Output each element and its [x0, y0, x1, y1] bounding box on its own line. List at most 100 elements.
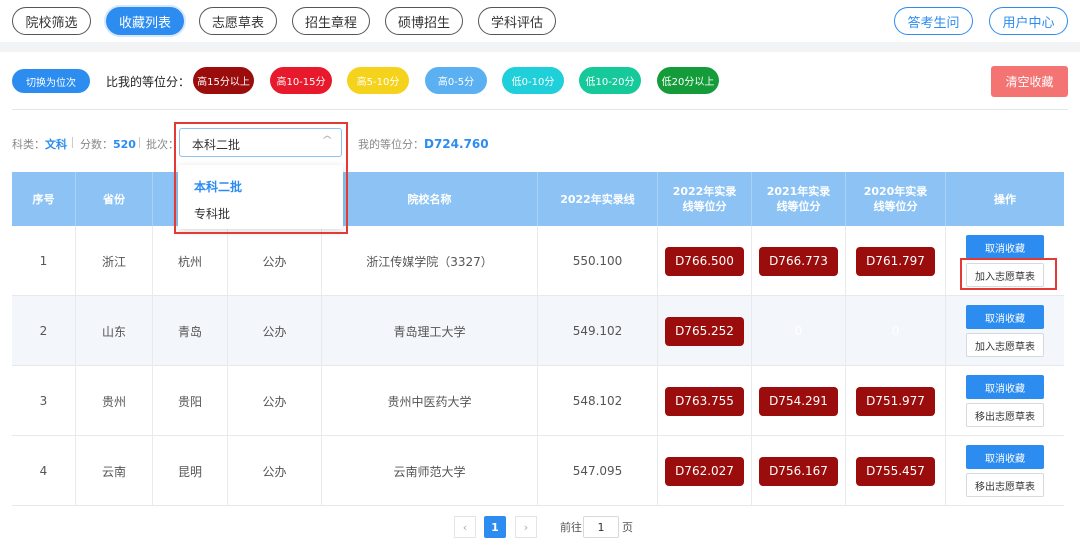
score-badge: D754.291 [759, 386, 838, 416]
table-row: 2 山东 青岛 公办 青岛理工大学 549.102 D765.252 0 0 取… [12, 296, 1064, 366]
score-info: 分数：520 [80, 136, 136, 152]
cancel-favorite-button[interactable]: 取消收藏 [966, 305, 1044, 329]
tab-draft-table[interactable]: 志愿草表 [199, 7, 277, 35]
goto-page-input[interactable]: 1 [583, 516, 619, 538]
score-badge: D751.977 [856, 386, 935, 416]
cell-line: 550.100 [538, 226, 658, 296]
score-badge: D766.500 [665, 246, 744, 276]
goto-label: 前往 [560, 521, 582, 534]
score-badge: D766.773 [759, 246, 838, 276]
cell-2021-pos: D756.167 [752, 436, 846, 506]
subject-info: 科类：文科 [12, 136, 67, 152]
score-badge: D763.755 [665, 386, 744, 416]
cell-2021-pos: D766.773 [752, 226, 846, 296]
cell-2020-pos: D761.797 [846, 226, 946, 296]
score-badge: D765.252 [665, 316, 744, 346]
chip-high-10-15[interactable]: 高10-15分 [270, 67, 332, 94]
page-1-button[interactable]: 1 [484, 516, 506, 538]
cell-province: 云南 [76, 436, 153, 506]
cell-index: 4 [12, 436, 76, 506]
cell-actions: 取消收藏 移出志愿草表 [946, 436, 1064, 506]
highlight-frame [960, 258, 1057, 290]
cell-type: 公办 [228, 226, 322, 296]
switch-to-rank-button[interactable]: 切换为位次 [12, 69, 90, 93]
table-row: 1 浙江 杭州 公办 浙江传媒学院（3327） 550.100 D766.500… [12, 226, 1064, 296]
next-page-button[interactable]: › [515, 516, 537, 538]
add-to-draft-button[interactable]: 加入志愿草表 [966, 333, 1044, 357]
cancel-favorite-button[interactable]: 取消收藏 [966, 235, 1044, 259]
score-empty: 0 [891, 324, 900, 338]
separator [72, 137, 73, 148]
cell-2022-pos: D763.755 [658, 366, 752, 436]
cancel-favorite-button[interactable]: 取消收藏 [966, 445, 1044, 469]
score-badge: D761.797 [856, 246, 935, 276]
cell-city: 贵阳 [153, 366, 228, 436]
tab-subject-evaluation[interactable]: 学科评估 [478, 7, 556, 35]
table-row: 3 贵州 贵阳 公办 贵州中医药大学 548.102 D763.755 D754… [12, 366, 1064, 436]
chip-low-0-10[interactable]: 低0-10分 [502, 67, 564, 94]
remove-from-draft-button[interactable]: 移出志愿草表 [966, 473, 1044, 497]
my-pos-value: D724.760 [424, 137, 489, 151]
chip-low-10-20[interactable]: 低10-20分 [579, 67, 641, 94]
subject-label: 科类： [12, 138, 45, 151]
cancel-favorite-button[interactable]: 取消收藏 [966, 375, 1044, 399]
cell-province: 浙江 [76, 226, 153, 296]
cell-2022-pos: D762.027 [658, 436, 752, 506]
section-divider [0, 42, 1080, 52]
score-label: 分数： [80, 138, 113, 151]
cell-city: 杭州 [153, 226, 228, 296]
chip-high-0-5[interactable]: 高0-5分 [425, 67, 487, 94]
cell-school-name: 浙江传媒学院（3327） [322, 226, 538, 296]
score-value: 520 [113, 138, 136, 151]
compare-label: 比我的等位分： [106, 75, 191, 89]
tab-favorites[interactable]: 收藏列表 [106, 7, 184, 35]
chip-high-15-plus[interactable]: 高15分以上 [193, 67, 254, 94]
cell-school-name: 青岛理工大学 [322, 296, 538, 366]
cell-2020-pos: 0 [846, 296, 946, 366]
page-suffix: 页 [622, 521, 633, 534]
cell-city: 昆明 [153, 436, 228, 506]
cell-city: 青岛 [153, 296, 228, 366]
table-row: 4 云南 昆明 公办 云南师范大学 547.095 D762.027 D756.… [12, 436, 1064, 506]
table-header: 序号 省份 城市 性质 院校名称 2022年实录线 2022年实录线等位分 20… [12, 172, 1064, 226]
cell-province: 贵州 [76, 366, 153, 436]
highlight-frame [174, 122, 348, 234]
col-2022-line: 2022年实录线 [538, 172, 658, 226]
subject-value: 文科 [45, 138, 67, 151]
divider [12, 109, 1068, 110]
cell-type: 公办 [228, 296, 322, 366]
cell-2021-pos: 0 [752, 296, 846, 366]
my-pos-label: 我的等位分： [358, 138, 424, 151]
clear-favorites-button[interactable]: 清空收藏 [991, 66, 1068, 97]
ask-students-button[interactable]: 答考生问 [894, 7, 973, 35]
user-center-button[interactable]: 用户中心 [989, 7, 1068, 35]
score-badge: D756.167 [759, 456, 838, 486]
col-school-name: 院校名称 [322, 172, 538, 226]
score-badge: D755.457 [856, 456, 935, 486]
score-empty: 0 [794, 324, 803, 338]
cell-line: 547.095 [538, 436, 658, 506]
separator [139, 137, 140, 148]
cell-province: 山东 [76, 296, 153, 366]
tab-graduate-admission[interactable]: 硕博招生 [385, 7, 463, 35]
cell-2022-pos: D765.252 [658, 296, 752, 366]
remove-from-draft-button[interactable]: 移出志愿草表 [966, 403, 1044, 427]
cell-school-name: 云南师范大学 [322, 436, 538, 506]
cell-actions: 取消收藏 移出志愿草表 [946, 366, 1064, 436]
cell-type: 公办 [228, 436, 322, 506]
chip-low-20-plus[interactable]: 低20分以上 [657, 67, 719, 94]
col-actions: 操作 [994, 192, 1016, 206]
cell-line: 549.102 [538, 296, 658, 366]
cell-index: 3 [12, 366, 76, 436]
cell-line: 548.102 [538, 366, 658, 436]
prev-page-button[interactable]: ‹ [454, 516, 476, 538]
tab-school-filter[interactable]: 院校筛选 [12, 7, 91, 35]
cell-2021-pos: D754.291 [752, 366, 846, 436]
cell-2022-pos: D766.500 [658, 226, 752, 296]
score-badge: D762.027 [665, 456, 744, 486]
cell-2020-pos: D755.457 [846, 436, 946, 506]
tab-admission-rules[interactable]: 招生章程 [292, 7, 370, 35]
chip-high-5-10[interactable]: 高5-10分 [347, 67, 409, 94]
cell-index: 1 [12, 226, 76, 296]
cell-index: 2 [12, 296, 76, 366]
